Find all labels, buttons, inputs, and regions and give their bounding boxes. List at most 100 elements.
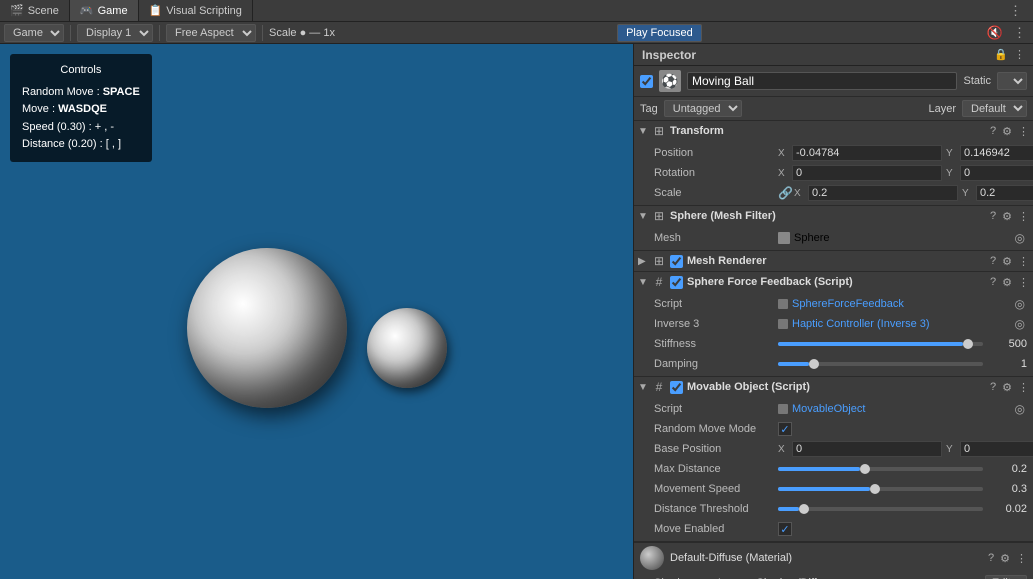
controls-distance: Distance (0.20) : [ , ] — [22, 136, 140, 154]
base-x-input[interactable] — [792, 441, 942, 457]
tab-scene[interactable]: 🎬 Scene — [0, 0, 70, 21]
object-name-input[interactable] — [687, 72, 957, 90]
mesh-renderer-header[interactable]: ▶ ⊞ Mesh Renderer ? ⚙ ⋮ — [634, 251, 1033, 271]
mesh-renderer-settings-icon[interactable]: ⚙ — [1002, 255, 1012, 268]
movable-object-name: Movable Object (Script) — [687, 381, 986, 393]
movable-script-row: Script MovableObject ◎ — [634, 399, 1033, 419]
move-speed-thumb[interactable] — [870, 484, 880, 494]
rot-x-input[interactable] — [792, 165, 942, 181]
movable-script-name: MovableObject — [792, 403, 865, 415]
object-active-checkbox[interactable] — [640, 75, 653, 88]
transform-header[interactable]: ▼ ⊞ Transform ? ⚙ ⋮ — [634, 121, 1033, 141]
transform-help-icon[interactable]: ? — [990, 125, 996, 138]
sphere-force-component: ▼ # Sphere Force Feedback (Script) ? ⚙ ⋮… — [634, 272, 1033, 377]
sphere-force-script-select[interactable]: ◎ — [1013, 297, 1027, 311]
max-dist-thumb[interactable] — [860, 464, 870, 474]
movable-object-enabled[interactable] — [670, 381, 683, 394]
sphere-force-header[interactable]: ▼ # Sphere Force Feedback (Script) ? ⚙ ⋮ — [634, 272, 1033, 292]
stiffness-track[interactable] — [778, 342, 983, 346]
display-select[interactable]: Display 1 — [77, 24, 153, 42]
sphere-force-icon: # — [652, 275, 666, 289]
mute-button[interactable]: 🔇 — [984, 25, 1006, 41]
game-viewport[interactable]: Controls Random Move : SPACE Move : WASD… — [0, 44, 633, 579]
edit-shader-button[interactable]: Edit... — [985, 575, 1027, 579]
mesh-filter-more-icon[interactable]: ⋮ — [1018, 210, 1029, 223]
mesh-renderer-help-icon[interactable]: ? — [990, 255, 996, 268]
inverse3-select[interactable]: ◎ — [1013, 317, 1027, 331]
material-actions: ? ⚙ ⋮ — [988, 552, 1027, 565]
movable-script-label: Script — [654, 403, 774, 415]
material-settings-icon[interactable]: ⚙ — [1000, 552, 1010, 565]
tab-game[interactable]: 🎮 Game — [70, 0, 139, 21]
scale-lock-icon: 🔗 — [778, 186, 790, 200]
rot-x-label: X — [778, 168, 788, 179]
more-menu-button[interactable]: ⋮ — [1006, 3, 1025, 19]
movable-object-settings-icon[interactable]: ⚙ — [1002, 381, 1012, 394]
move-enabled-checkbox[interactable]: ✓ — [778, 522, 792, 536]
scale-x-input[interactable] — [808, 185, 958, 201]
sphere-force-more-icon[interactable]: ⋮ — [1018, 276, 1029, 289]
transform-body: Position X Y Z Rotation X — [634, 141, 1033, 205]
inspector-title: Inspector — [642, 48, 696, 62]
sphere-force-enabled[interactable] — [670, 276, 683, 289]
layer-select[interactable]: Default — [962, 100, 1027, 117]
movable-object-actions: ? ⚙ ⋮ — [990, 381, 1029, 394]
transform-settings-icon[interactable]: ⚙ — [1002, 125, 1012, 138]
toolbar-separator-3 — [262, 25, 263, 41]
aspect-select[interactable]: Free Aspect — [166, 24, 256, 42]
movable-object-more-icon[interactable]: ⋮ — [1018, 381, 1029, 394]
mesh-filter-header[interactable]: ▼ ⊞ Sphere (Mesh Filter) ? ⚙ ⋮ — [634, 206, 1033, 226]
mesh-renderer-more-icon[interactable]: ⋮ — [1018, 255, 1029, 268]
game-select[interactable]: Game — [4, 24, 64, 42]
random-move-checkbox[interactable]: ✓ — [778, 422, 792, 436]
inspector-menu-icon[interactable]: ⋮ — [1014, 48, 1025, 61]
mesh-renderer-enabled[interactable] — [670, 255, 683, 268]
rot-y-label: Y — [946, 168, 956, 179]
movable-script-select[interactable]: ◎ — [1013, 402, 1027, 416]
inverse3-name: Haptic Controller (Inverse 3) — [792, 318, 930, 330]
pos-x-input[interactable] — [792, 145, 942, 161]
play-focused-button[interactable]: Play Focused — [617, 24, 702, 42]
sphere-small — [367, 308, 447, 388]
move-speed-track[interactable] — [778, 487, 983, 491]
tab-visual-scripting[interactable]: 📋 Visual Scripting — [139, 0, 253, 21]
mesh-select-button[interactable]: ◎ — [1013, 231, 1027, 245]
inverse3-row: Inverse 3 Haptic Controller (Inverse 3) … — [634, 314, 1033, 334]
movable-object-header[interactable]: ▼ # Movable Object (Script) ? ⚙ ⋮ — [634, 377, 1033, 397]
stiffness-thumb[interactable] — [963, 339, 973, 349]
material-name: Default-Diffuse (Material) — [670, 552, 982, 564]
controls-overlay: Controls Random Move : SPACE Move : WASD… — [10, 54, 152, 162]
more-options-button[interactable]: ⋮ — [1010, 25, 1029, 41]
mesh-filter-help-icon[interactable]: ? — [990, 210, 996, 223]
shader-row: Shader Legacy Shaders/Diffuse Edit... — [634, 573, 1033, 579]
material-more-icon[interactable]: ⋮ — [1016, 552, 1027, 565]
mesh-filter-settings-icon[interactable]: ⚙ — [1002, 210, 1012, 223]
static-select[interactable] — [997, 72, 1027, 90]
rot-y-input[interactable] — [960, 165, 1033, 181]
dist-threshold-thumb[interactable] — [799, 504, 809, 514]
scene-icon: 🎬 — [10, 4, 24, 17]
movable-object-help-icon[interactable]: ? — [990, 381, 996, 394]
base-y-label: Y — [946, 444, 956, 455]
base-position-xyz: X Y Z — [778, 441, 1033, 457]
base-y-input[interactable] — [960, 441, 1033, 457]
damping-thumb[interactable] — [809, 359, 819, 369]
damping-track[interactable] — [778, 362, 983, 366]
inverse3-label: Inverse 3 — [654, 318, 774, 330]
max-dist-track[interactable] — [778, 467, 983, 471]
lock-icon[interactable]: 🔒 — [994, 48, 1008, 61]
scale-xyz: 🔗 X Y Z — [778, 185, 1033, 201]
move-speed-label: Movement Speed — [654, 483, 774, 495]
sphere-force-script-name: SphereForceFeedback — [792, 298, 904, 310]
scale-y-input[interactable] — [976, 185, 1033, 201]
mesh-filter-actions: ? ⚙ ⋮ — [990, 210, 1029, 223]
transform-more-icon[interactable]: ⋮ — [1018, 125, 1029, 138]
position-xyz: X Y Z — [778, 145, 1033, 161]
sphere-force-help-icon[interactable]: ? — [990, 276, 996, 289]
material-help-icon[interactable]: ? — [988, 552, 994, 565]
pos-y-input[interactable] — [960, 145, 1033, 161]
sphere-force-settings-icon[interactable]: ⚙ — [1002, 276, 1012, 289]
dist-threshold-track[interactable] — [778, 507, 983, 511]
tag-select[interactable]: Untagged — [664, 100, 742, 117]
sphere-force-arrow: ▼ — [638, 277, 648, 288]
